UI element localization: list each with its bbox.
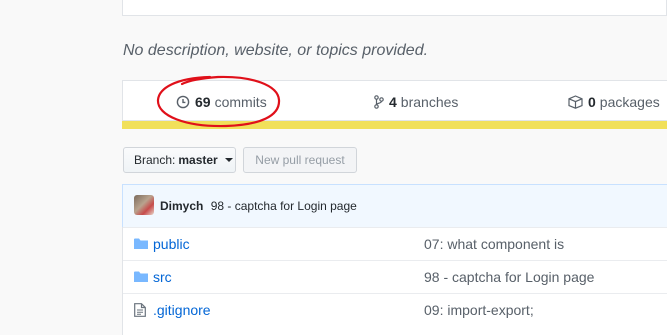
folder-icon [134, 238, 148, 249]
file-row: src 98 - captcha for Login page [123, 260, 667, 293]
package-icon [568, 95, 583, 109]
file-name[interactable]: public [153, 236, 190, 252]
folder-icon [134, 271, 148, 282]
new-pull-request-button[interactable]: New pull request [243, 147, 357, 173]
file-commit-message[interactable]: 07: what component is [424, 236, 564, 252]
file-row: .gitignore 09: import-export; [123, 293, 667, 326]
top-card [122, 0, 667, 16]
branches-count: 4 [389, 94, 397, 110]
file-commit-message[interactable]: 09: import-export; [424, 302, 534, 318]
commit-author[interactable]: Dimych [160, 199, 203, 213]
file-commit-message[interactable]: 98 - captcha for Login page [424, 269, 594, 285]
branch-icon [374, 95, 384, 109]
packages-count: 0 [588, 94, 596, 110]
avatar[interactable] [134, 195, 154, 215]
file-list: public 07: what component is src 98 - ca… [122, 227, 667, 335]
latest-commit-bar: Dimych 98 - captcha for Login page [122, 184, 667, 228]
packages-label: packages [599, 94, 660, 110]
branch-prefix: Branch: [134, 153, 176, 167]
commit-message[interactable]: 98 - captcha for Login page [211, 199, 357, 213]
chevron-down-icon [224, 158, 233, 162]
file-row: public 07: what component is [123, 227, 667, 260]
packages-link[interactable]: 0 packages [568, 94, 660, 110]
repo-description: No description, website, or topics provi… [123, 42, 429, 59]
file-name[interactable]: src [153, 269, 172, 285]
branch-name: master [178, 153, 218, 167]
branches-link[interactable]: 4 branches [374, 94, 458, 110]
red-annotation-circle [156, 75, 281, 128]
file-name[interactable]: .gitignore [153, 302, 211, 318]
branch-select-button[interactable]: Branch: master [123, 147, 236, 173]
branches-label: branches [400, 94, 459, 110]
file-icon [134, 303, 146, 317]
